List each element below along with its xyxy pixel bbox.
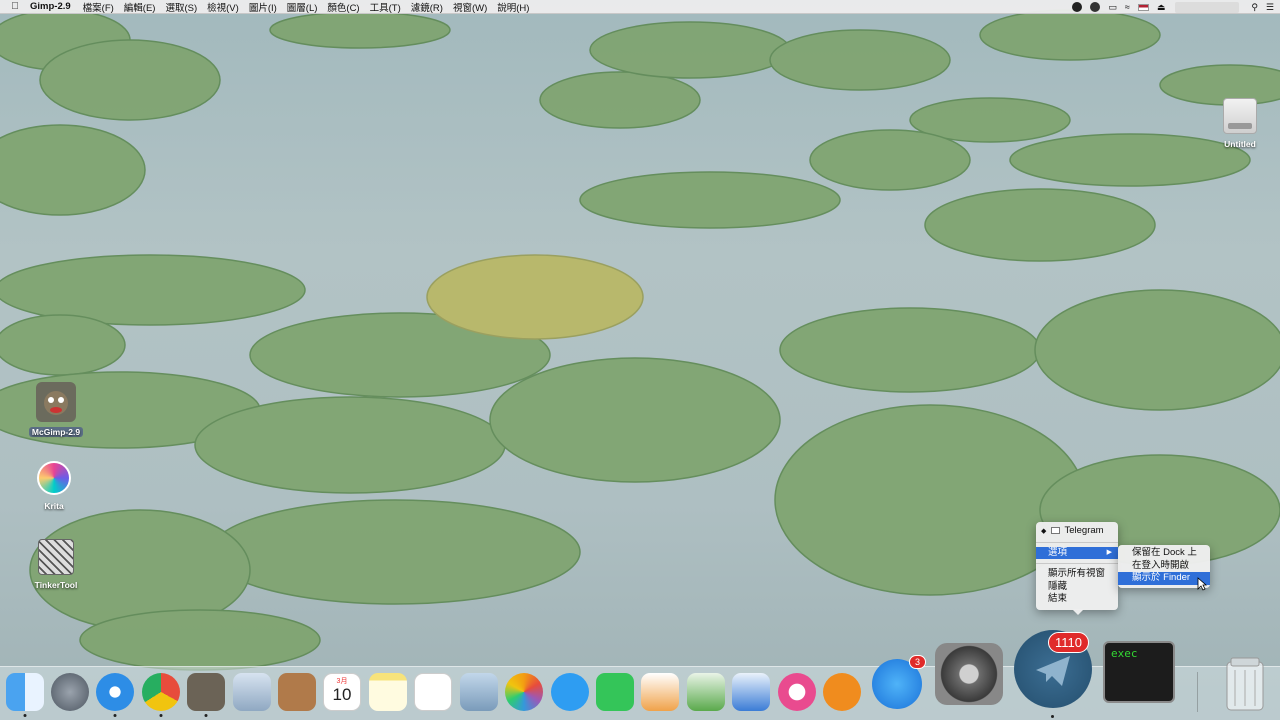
telegram-window-label: Telegram	[1064, 525, 1104, 536]
keynote-icon[interactable]	[732, 673, 770, 711]
gimp-icon	[36, 382, 76, 422]
menu-separator	[1036, 541, 1118, 543]
menu-separator	[1036, 563, 1118, 564]
submenu-arrow-icon: ▶	[1106, 548, 1112, 556]
diamond-icon: ◆	[1041, 528, 1047, 535]
desktop-icon-tinkertool[interactable]: TinkerTool	[21, 537, 91, 590]
options-label: 選項	[1048, 546, 1068, 558]
status-area: ▭ ≈ ⏏ ⚲ ☰	[1064, 0, 1274, 14]
menu-image[interactable]: 圖片(I)	[249, 0, 277, 14]
spotlight-icon[interactable]: ⚲	[1251, 2, 1258, 13]
menu-item-show-all-windows[interactable]: 顯示所有視窗	[1036, 568, 1118, 581]
mail-icon[interactable]	[233, 673, 271, 711]
dock-context-menu: ◆ Telegram 選項 ▶ 顯示所有視窗 隱藏 結束	[1036, 522, 1118, 610]
photos-icon[interactable]	[505, 673, 543, 711]
messages-icon[interactable]	[551, 673, 589, 711]
telegram-badge: 1110	[1048, 632, 1089, 653]
reminders-icon[interactable]	[414, 673, 452, 711]
numbers-icon[interactable]	[687, 673, 725, 711]
safari-icon[interactable]	[96, 673, 134, 717]
calendar-icon[interactable]: 3月 10	[323, 673, 361, 711]
menu-item-options[interactable]: 選項 ▶	[1036, 546, 1118, 559]
desktop-icon-krita[interactable]: Krita	[19, 458, 89, 511]
trash-icon[interactable]	[1223, 656, 1267, 712]
menu-tools[interactable]: 工具(T)	[370, 0, 401, 14]
lily-pads-image	[0, 9, 1280, 671]
menu-pointer	[1072, 609, 1084, 615]
submenu-open-at-login[interactable]: 在登入時開啟	[1118, 560, 1210, 573]
drive-icon-untitled[interactable]: Untitled	[1205, 96, 1275, 149]
pages-icon[interactable]	[641, 673, 679, 711]
menu-layer[interactable]: 圖層(L)	[287, 0, 318, 14]
launchpad-icon[interactable]	[51, 673, 89, 711]
ibooks-icon[interactable]	[823, 673, 861, 711]
chrome-icon[interactable]	[142, 673, 180, 717]
desktop-icon-mcgimp[interactable]: McGimp-2.9	[21, 382, 91, 440]
krita-icon	[34, 458, 74, 498]
menu-select[interactable]: 選取(S)	[165, 0, 197, 14]
gimp-icon[interactable]	[187, 673, 225, 717]
krita-label: Krita	[44, 501, 64, 511]
telegram-icon[interactable]: 1110	[1014, 630, 1092, 718]
app-name-menu[interactable]: Gimp-2.9	[30, 1, 71, 12]
menu-bar:  Gimp-2.9 檔案(F) 編輯(E) 選取(S) 檢視(V) 圖片(I)…	[0, 0, 1280, 14]
flag-us-icon[interactable]	[1137, 3, 1149, 11]
facetime-icon[interactable]	[596, 673, 634, 711]
dock-divider	[1197, 672, 1198, 712]
terminal-icon[interactable]: exec	[1103, 641, 1175, 703]
user-name-field[interactable]	[1175, 1, 1240, 13]
appstore-icon[interactable]: 3	[872, 655, 926, 709]
submenu-keep-in-dock[interactable]: 保留在 Dock 上	[1118, 547, 1210, 560]
desktop-wallpaper	[0, 0, 1280, 720]
menu-window[interactable]: 視窗(W)	[453, 0, 487, 14]
menu-view[interactable]: 檢視(V)	[207, 0, 239, 14]
notification-center-icon[interactable]: ☰	[1266, 2, 1274, 13]
notes-icon[interactable]	[369, 673, 407, 711]
drive-label: Untitled	[1224, 139, 1256, 149]
eject-icon[interactable]: ⏏	[1157, 2, 1166, 13]
menu-color[interactable]: 顏色(C)	[327, 0, 359, 14]
itunes-icon[interactable]	[778, 673, 816, 711]
preview-icon[interactable]	[460, 673, 498, 711]
airplay-icon[interactable]: ▭	[1108, 2, 1117, 13]
appstore-badge: 3	[908, 655, 926, 669]
terminal-text: exec	[1111, 647, 1138, 660]
creative-cloud-icon[interactable]	[1090, 2, 1101, 12]
system-preferences-icon[interactable]	[935, 643, 1003, 705]
window-icon	[1051, 526, 1061, 534]
hard-drive-icon	[1220, 96, 1260, 136]
menu-help[interactable]: 說明(H)	[497, 0, 529, 14]
mouse-cursor-icon	[1197, 577, 1208, 591]
menu-item-quit[interactable]: 結束	[1036, 593, 1118, 606]
menu-edit[interactable]: 編輯(E)	[124, 0, 156, 14]
menu-window-telegram[interactable]: ◆ Telegram	[1036, 525, 1118, 538]
dropbox-icon[interactable]	[1072, 2, 1083, 12]
menu-file[interactable]: 檔案(F)	[83, 0, 114, 14]
finder-icon[interactable]	[6, 673, 44, 717]
menu-filters[interactable]: 濾鏡(R)	[411, 0, 443, 14]
mcgimp-label: McGimp-2.9	[28, 427, 84, 437]
tinkertool-label: TinkerTool	[34, 580, 78, 590]
menu-item-hide[interactable]: 隱藏	[1036, 581, 1118, 594]
apple-icon[interactable]: 	[0, 1, 30, 12]
wifi-icon[interactable]: ≈	[1125, 2, 1130, 12]
telegram-running-indicator	[1051, 715, 1054, 718]
contacts-icon[interactable]	[278, 673, 316, 711]
tinkertool-icon	[36, 537, 76, 577]
calendar-day: 10	[332, 685, 352, 704]
